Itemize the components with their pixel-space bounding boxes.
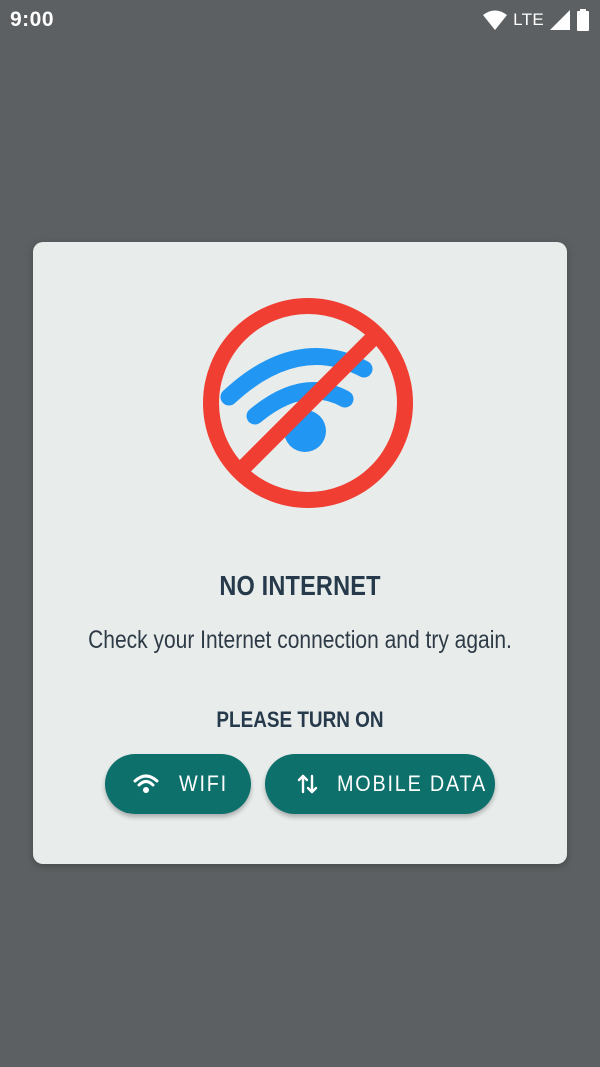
mobile-data-button[interactable]: MOBILE DATA [265, 754, 495, 814]
wifi-icon [133, 772, 159, 796]
wifi-icon [483, 10, 508, 30]
status-bar: 9:00 LTE [0, 0, 600, 40]
no-wifi-icon [199, 294, 417, 512]
wifi-button-label: WIFI [179, 771, 228, 796]
data-transfer-icon [295, 772, 321, 796]
dialog-title: NO INTERNET [219, 570, 381, 601]
wifi-button[interactable]: WIFI [105, 754, 251, 814]
dialog-message: Check your Internet connection and try a… [88, 626, 512, 654]
network-type-label: LTE [513, 10, 544, 29]
mobile-data-button-label: MOBILE DATA [337, 771, 487, 796]
no-internet-dialog: NO INTERNET Check your Internet connecti… [33, 242, 567, 864]
cell-signal-icon [550, 10, 570, 30]
battery-icon [576, 9, 590, 31]
status-icons: LTE [483, 9, 590, 31]
status-time: 9:00 [10, 8, 55, 31]
turn-on-label: PLEASE TURN ON [216, 707, 384, 732]
